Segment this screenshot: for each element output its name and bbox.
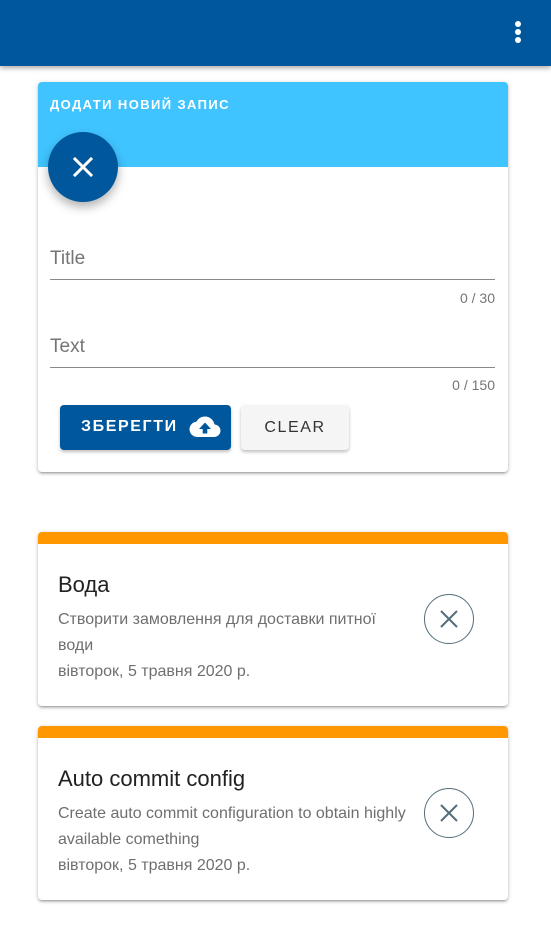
note-date: вівторок, 5 травня 2020 р.	[58, 663, 251, 680]
note-body: Create auto commit configuration to obta…	[58, 801, 408, 879]
title-field-counter: 0 / 30	[459, 290, 495, 306]
cloud-upload-icon	[189, 416, 221, 437]
close-icon	[72, 156, 94, 178]
clear-button[interactable]: CLEAR	[241, 405, 349, 450]
title-field-label: Title	[50, 248, 86, 269]
add-entry-title: ДОДАТИ НОВИЙ ЗАПИС	[50, 97, 230, 112]
note-title: Auto commit config	[58, 766, 246, 791]
app-bar	[0, 0, 551, 66]
delete-note-button[interactable]	[424, 594, 474, 644]
note-text: Створити замовлення для доставки питної …	[58, 611, 376, 654]
more-vert-icon[interactable]	[507, 19, 527, 45]
text-field-underline	[50, 367, 495, 368]
save-button[interactable]: ЗБЕРЕГТИ	[60, 405, 231, 450]
title-field-underline	[50, 279, 495, 280]
add-entry-card: ДОДАТИ НОВИЙ ЗАПИС Title 0 / 30 Text 0 /…	[38, 82, 508, 472]
text-field-label: Text	[50, 336, 85, 357]
save-button-label: ЗБЕРЕГТИ	[81, 418, 178, 435]
note-stripe	[38, 532, 508, 544]
close-icon	[440, 804, 458, 822]
close-form-button[interactable]	[48, 132, 118, 202]
delete-note-button[interactable]	[424, 788, 474, 838]
note-card: Вода Створити замовлення для доставки пи…	[38, 532, 508, 706]
note-text: Create auto commit configuration to obta…	[58, 805, 406, 848]
note-date: вівторок, 5 травня 2020 р.	[58, 857, 251, 874]
note-body: Створити замовлення для доставки питної …	[58, 607, 408, 685]
note-title: Вода	[58, 572, 110, 597]
note-card: Auto commit config Create auto commit co…	[38, 726, 508, 900]
text-field-counter: 0 / 150	[452, 377, 495, 393]
note-stripe	[38, 726, 508, 738]
close-icon	[440, 610, 458, 628]
